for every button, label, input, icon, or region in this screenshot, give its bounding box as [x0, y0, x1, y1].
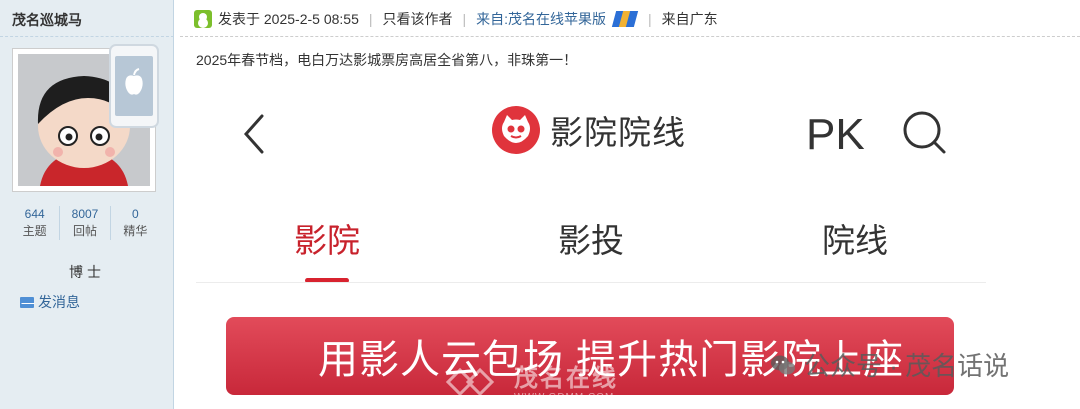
stat-replies[interactable]: 8007 回帖 — [60, 206, 111, 240]
app-brand: 影院院线 — [492, 106, 686, 154]
back-chevron-icon — [243, 114, 264, 154]
only-author-link[interactable]: 只看该作者 — [383, 9, 453, 29]
site-watermark: 茂名在线 WWW.GDMM.COM — [444, 364, 618, 404]
send-message-label: 发消息 — [38, 294, 80, 310]
meta-separator: | — [368, 11, 373, 27]
post-meta-bar: 发表于 2025-2-5 08:55 | 只看该作者 | 来自:茂名在线苹果版 … — [194, 9, 718, 29]
tab-cinema: 影院 — [294, 222, 360, 259]
site-watermark-logo — [444, 364, 504, 404]
wechat-icon — [771, 355, 795, 374]
post-location: 来自广东 — [661, 11, 718, 27]
tab-cinema-chain: 院线 — [822, 222, 888, 259]
mail-icon — [20, 296, 35, 308]
site-watermark-name: 茂名在线 — [514, 364, 618, 392]
author-rank: 博士 — [69, 264, 105, 280]
author-name-link[interactable]: 茂名巡城马 — [12, 10, 82, 30]
post-body-text: 2025年春节档，电白万达影城票房高居全省第八，非珠第一！ — [196, 52, 578, 68]
send-message-link[interactable]: 发消息 — [20, 292, 80, 312]
pk-button: PK — [806, 110, 865, 159]
meta-divider — [180, 36, 1080, 37]
site-watermark-url: WWW.GDMM.COM — [514, 391, 615, 403]
apple-phone-icon — [109, 44, 159, 128]
author-stats: 644 主题 8007 回帖 0 精华 — [10, 206, 160, 240]
post-timestamp: 发表于 2025-2-5 08:55 — [218, 11, 359, 27]
meta-separator: | — [462, 11, 467, 27]
search-icon — [903, 111, 946, 154]
app-brand-title: 影院院线 — [550, 114, 686, 151]
stat-threads[interactable]: 644 主题 — [10, 206, 61, 240]
user-online-icon — [194, 10, 212, 28]
stat-digest[interactable]: 0 精华 — [111, 206, 160, 240]
meta-separator: | — [648, 11, 652, 27]
public-account-name: 公众号 · 茂名话说 — [804, 351, 1010, 381]
public-account-watermark: 公众号 · 茂名话说 — [770, 346, 1009, 383]
m-app-logo — [611, 11, 639, 27]
maoyan-cat-logo — [492, 106, 540, 154]
sidebar-divider — [0, 36, 174, 37]
source-app-link[interactable]: 来自:茂名在线苹果版 — [476, 9, 606, 29]
tab-divider — [196, 282, 986, 283]
author-sidebar: 茂名巡城马 644 主题 8007 回帖 0 精华 博士 发消息 — [0, 0, 174, 409]
apple-logo-icon — [125, 68, 143, 95]
tab-cinema-investment: 影投 — [558, 222, 624, 259]
